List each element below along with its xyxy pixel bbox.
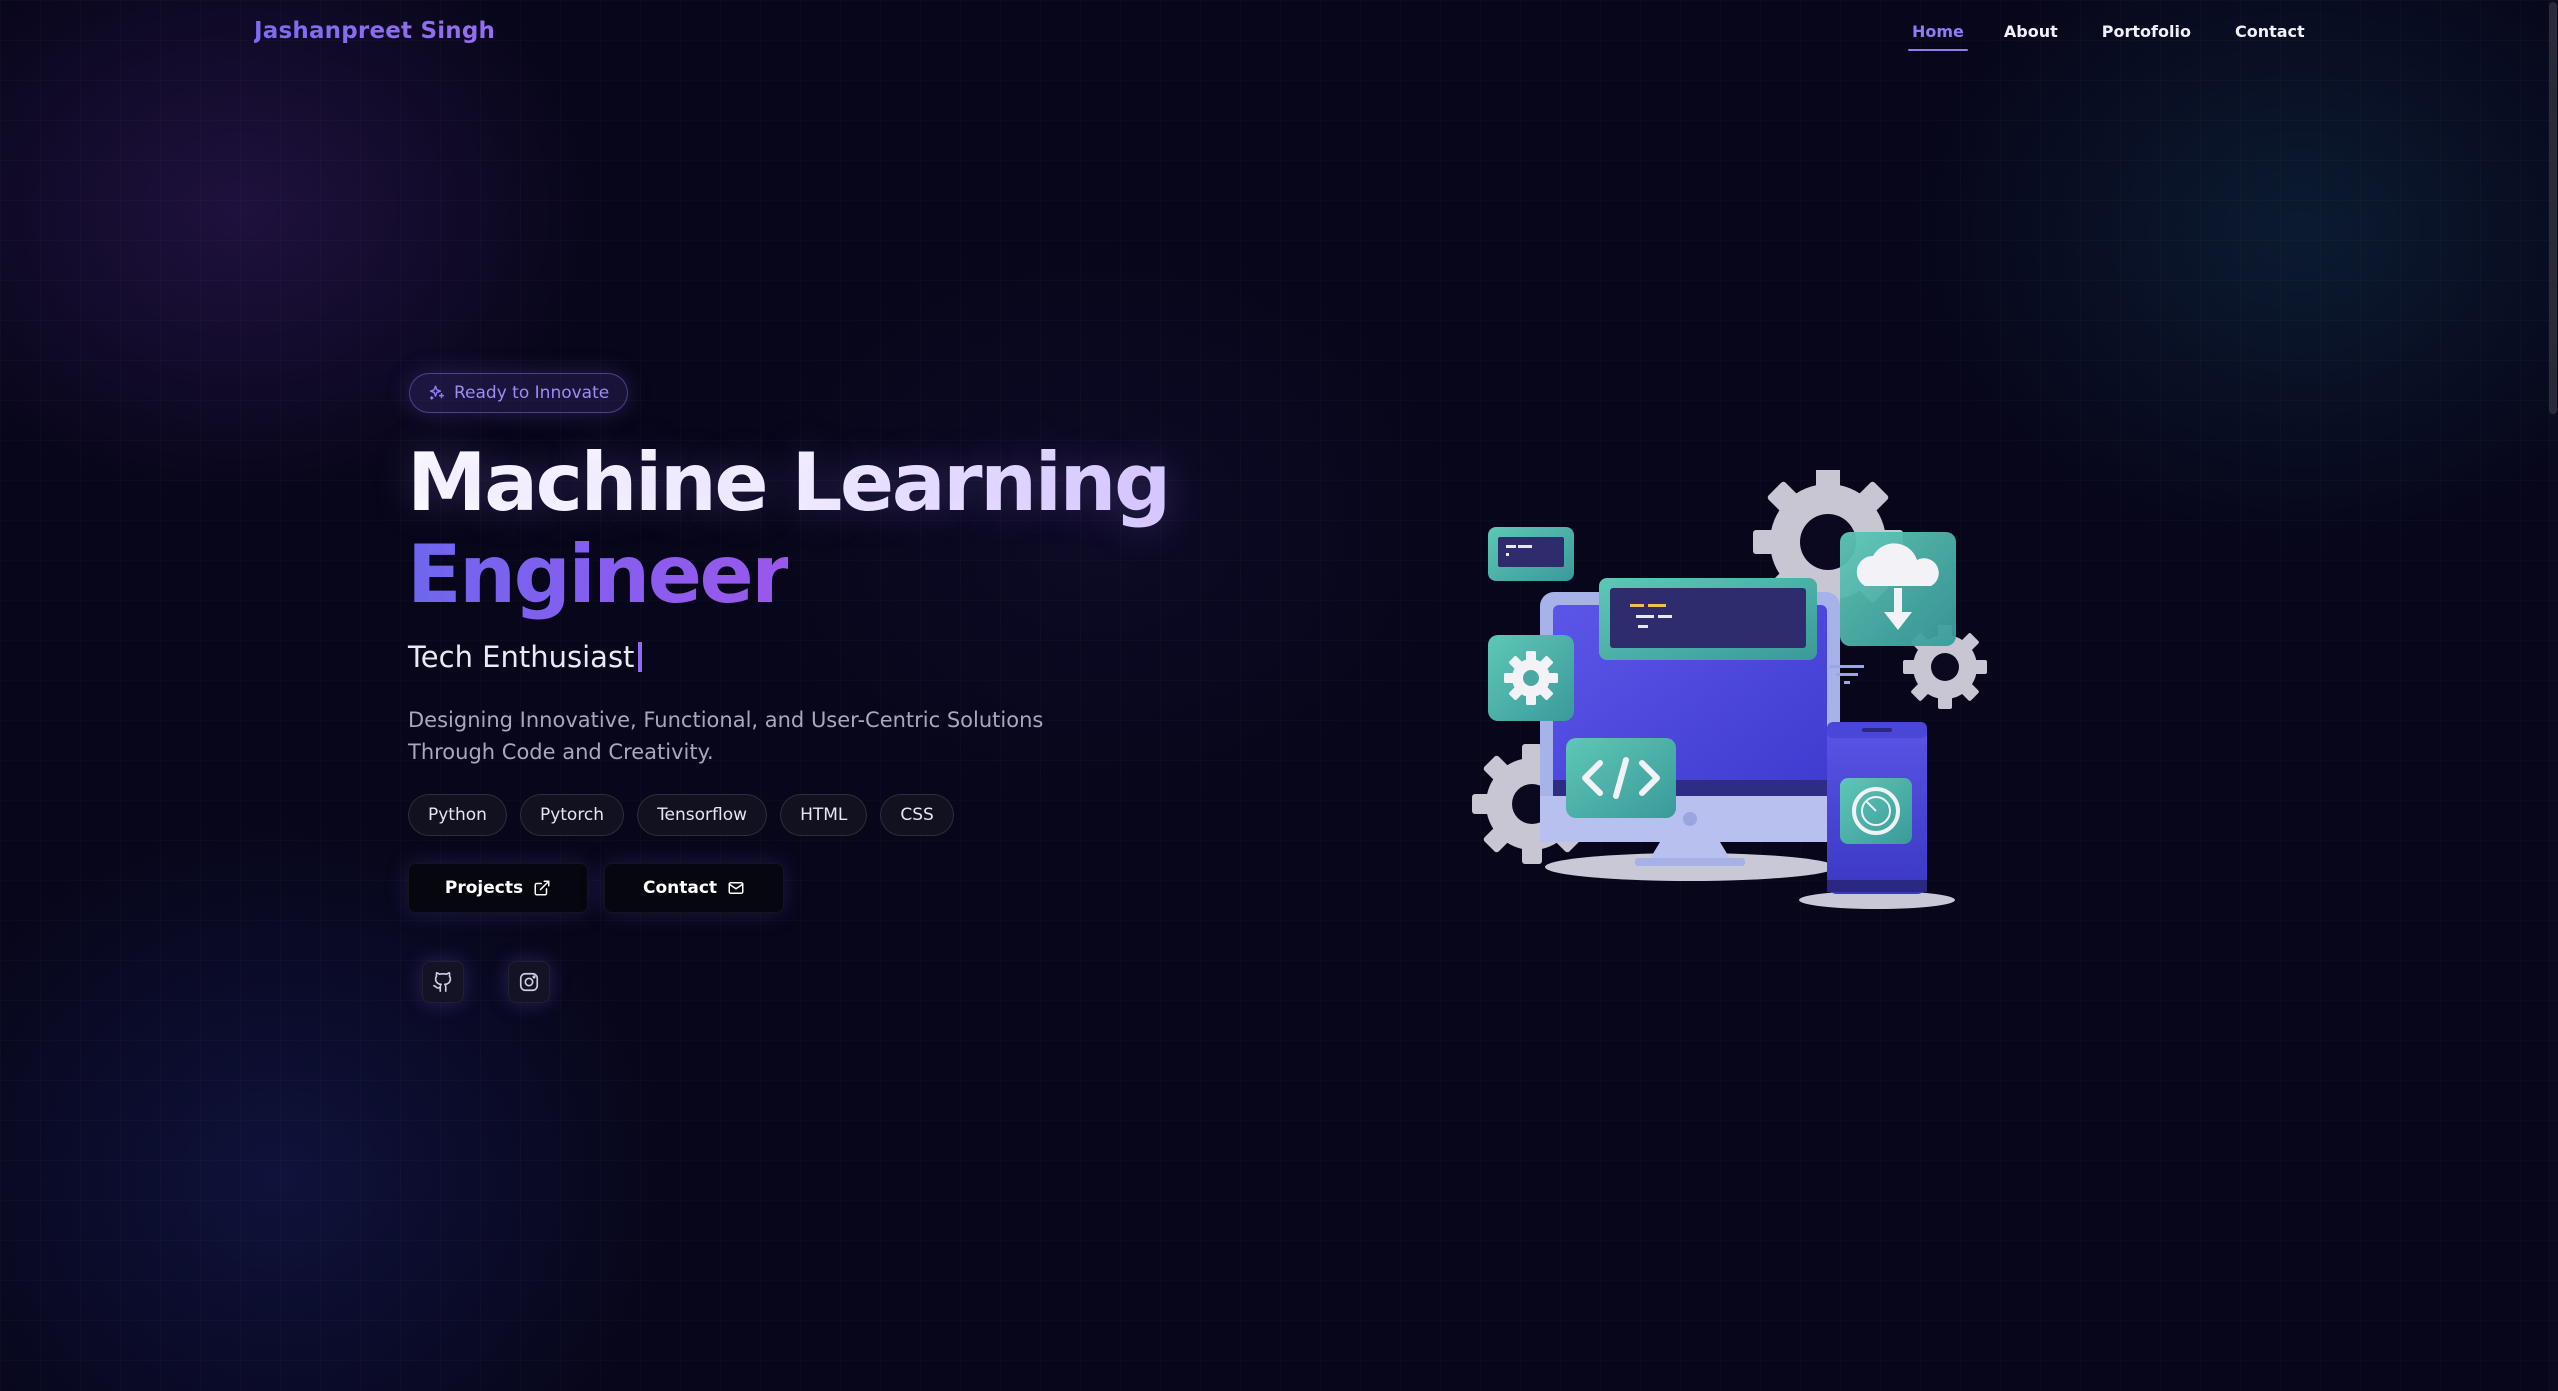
grid-background xyxy=(0,0,2558,1391)
phone xyxy=(1827,722,1927,894)
nav-contact[interactable]: Contact xyxy=(2235,22,2305,51)
code-tag-tile xyxy=(1566,738,1676,818)
instagram-link[interactable] xyxy=(508,961,550,1003)
github-link[interactable] xyxy=(422,961,464,1003)
code-window xyxy=(1599,578,1817,660)
projects-button-label: Projects xyxy=(444,878,524,898)
hero-title-line1: Machine Learning xyxy=(407,436,1171,529)
nav-links: Home About Portofolio Contact xyxy=(1908,22,2305,51)
projects-button[interactable]: Projects xyxy=(408,863,588,913)
nav-home[interactable]: Home xyxy=(1908,22,1968,51)
skill-chip-tensorflow: Tensorflow xyxy=(637,794,768,836)
skill-chip-html: HTML xyxy=(780,794,868,836)
scrollbar-track[interactable] xyxy=(2548,0,2558,1391)
hero-description: Designing Innovative, Functional, and Us… xyxy=(408,708,1044,764)
typing-text: Tech Enthusiast xyxy=(408,640,635,674)
cloud-download-tile xyxy=(1840,532,1956,646)
navbar: Jashanpreet Singh Home About Portofolio … xyxy=(0,0,2558,70)
page: Jashanpreet Singh Home About Portofolio … xyxy=(0,0,2558,1391)
nav-about[interactable]: About xyxy=(2004,22,2058,51)
hero-subtitle: Tech Enthusiast xyxy=(408,640,643,674)
mail-icon xyxy=(727,879,745,897)
sparkle-icon xyxy=(428,384,446,402)
scrollbar-thumb[interactable] xyxy=(2549,2,2557,414)
instagram-icon xyxy=(519,972,539,992)
external-link-icon xyxy=(533,879,551,897)
social-links xyxy=(422,961,550,1003)
cta-buttons: Projects Contact xyxy=(408,863,784,913)
devices-gears-illustration xyxy=(1472,470,1987,909)
skill-chip-pytorch: Pytorch xyxy=(519,794,625,836)
github-icon xyxy=(433,972,452,992)
typing-cursor xyxy=(638,642,643,672)
skill-chip-css: CSS xyxy=(880,794,954,836)
contact-button[interactable]: Contact xyxy=(604,863,784,913)
small-window-tile xyxy=(1488,527,1574,581)
badge-text: Ready to Innovate xyxy=(454,383,610,403)
hero-title-line2: Engineer xyxy=(407,528,791,621)
ready-badge: Ready to Innovate xyxy=(409,373,629,413)
gear-tile xyxy=(1488,635,1574,721)
brand-logo[interactable]: Jashanpreet Singh xyxy=(254,18,495,44)
skill-chip-python: Python xyxy=(408,794,507,836)
nav-portofolio[interactable]: Portofolio xyxy=(2102,22,2191,51)
skills-list: Python Pytorch Tensorflow HTML CSS xyxy=(408,794,954,836)
contact-button-label: Contact xyxy=(642,878,718,898)
